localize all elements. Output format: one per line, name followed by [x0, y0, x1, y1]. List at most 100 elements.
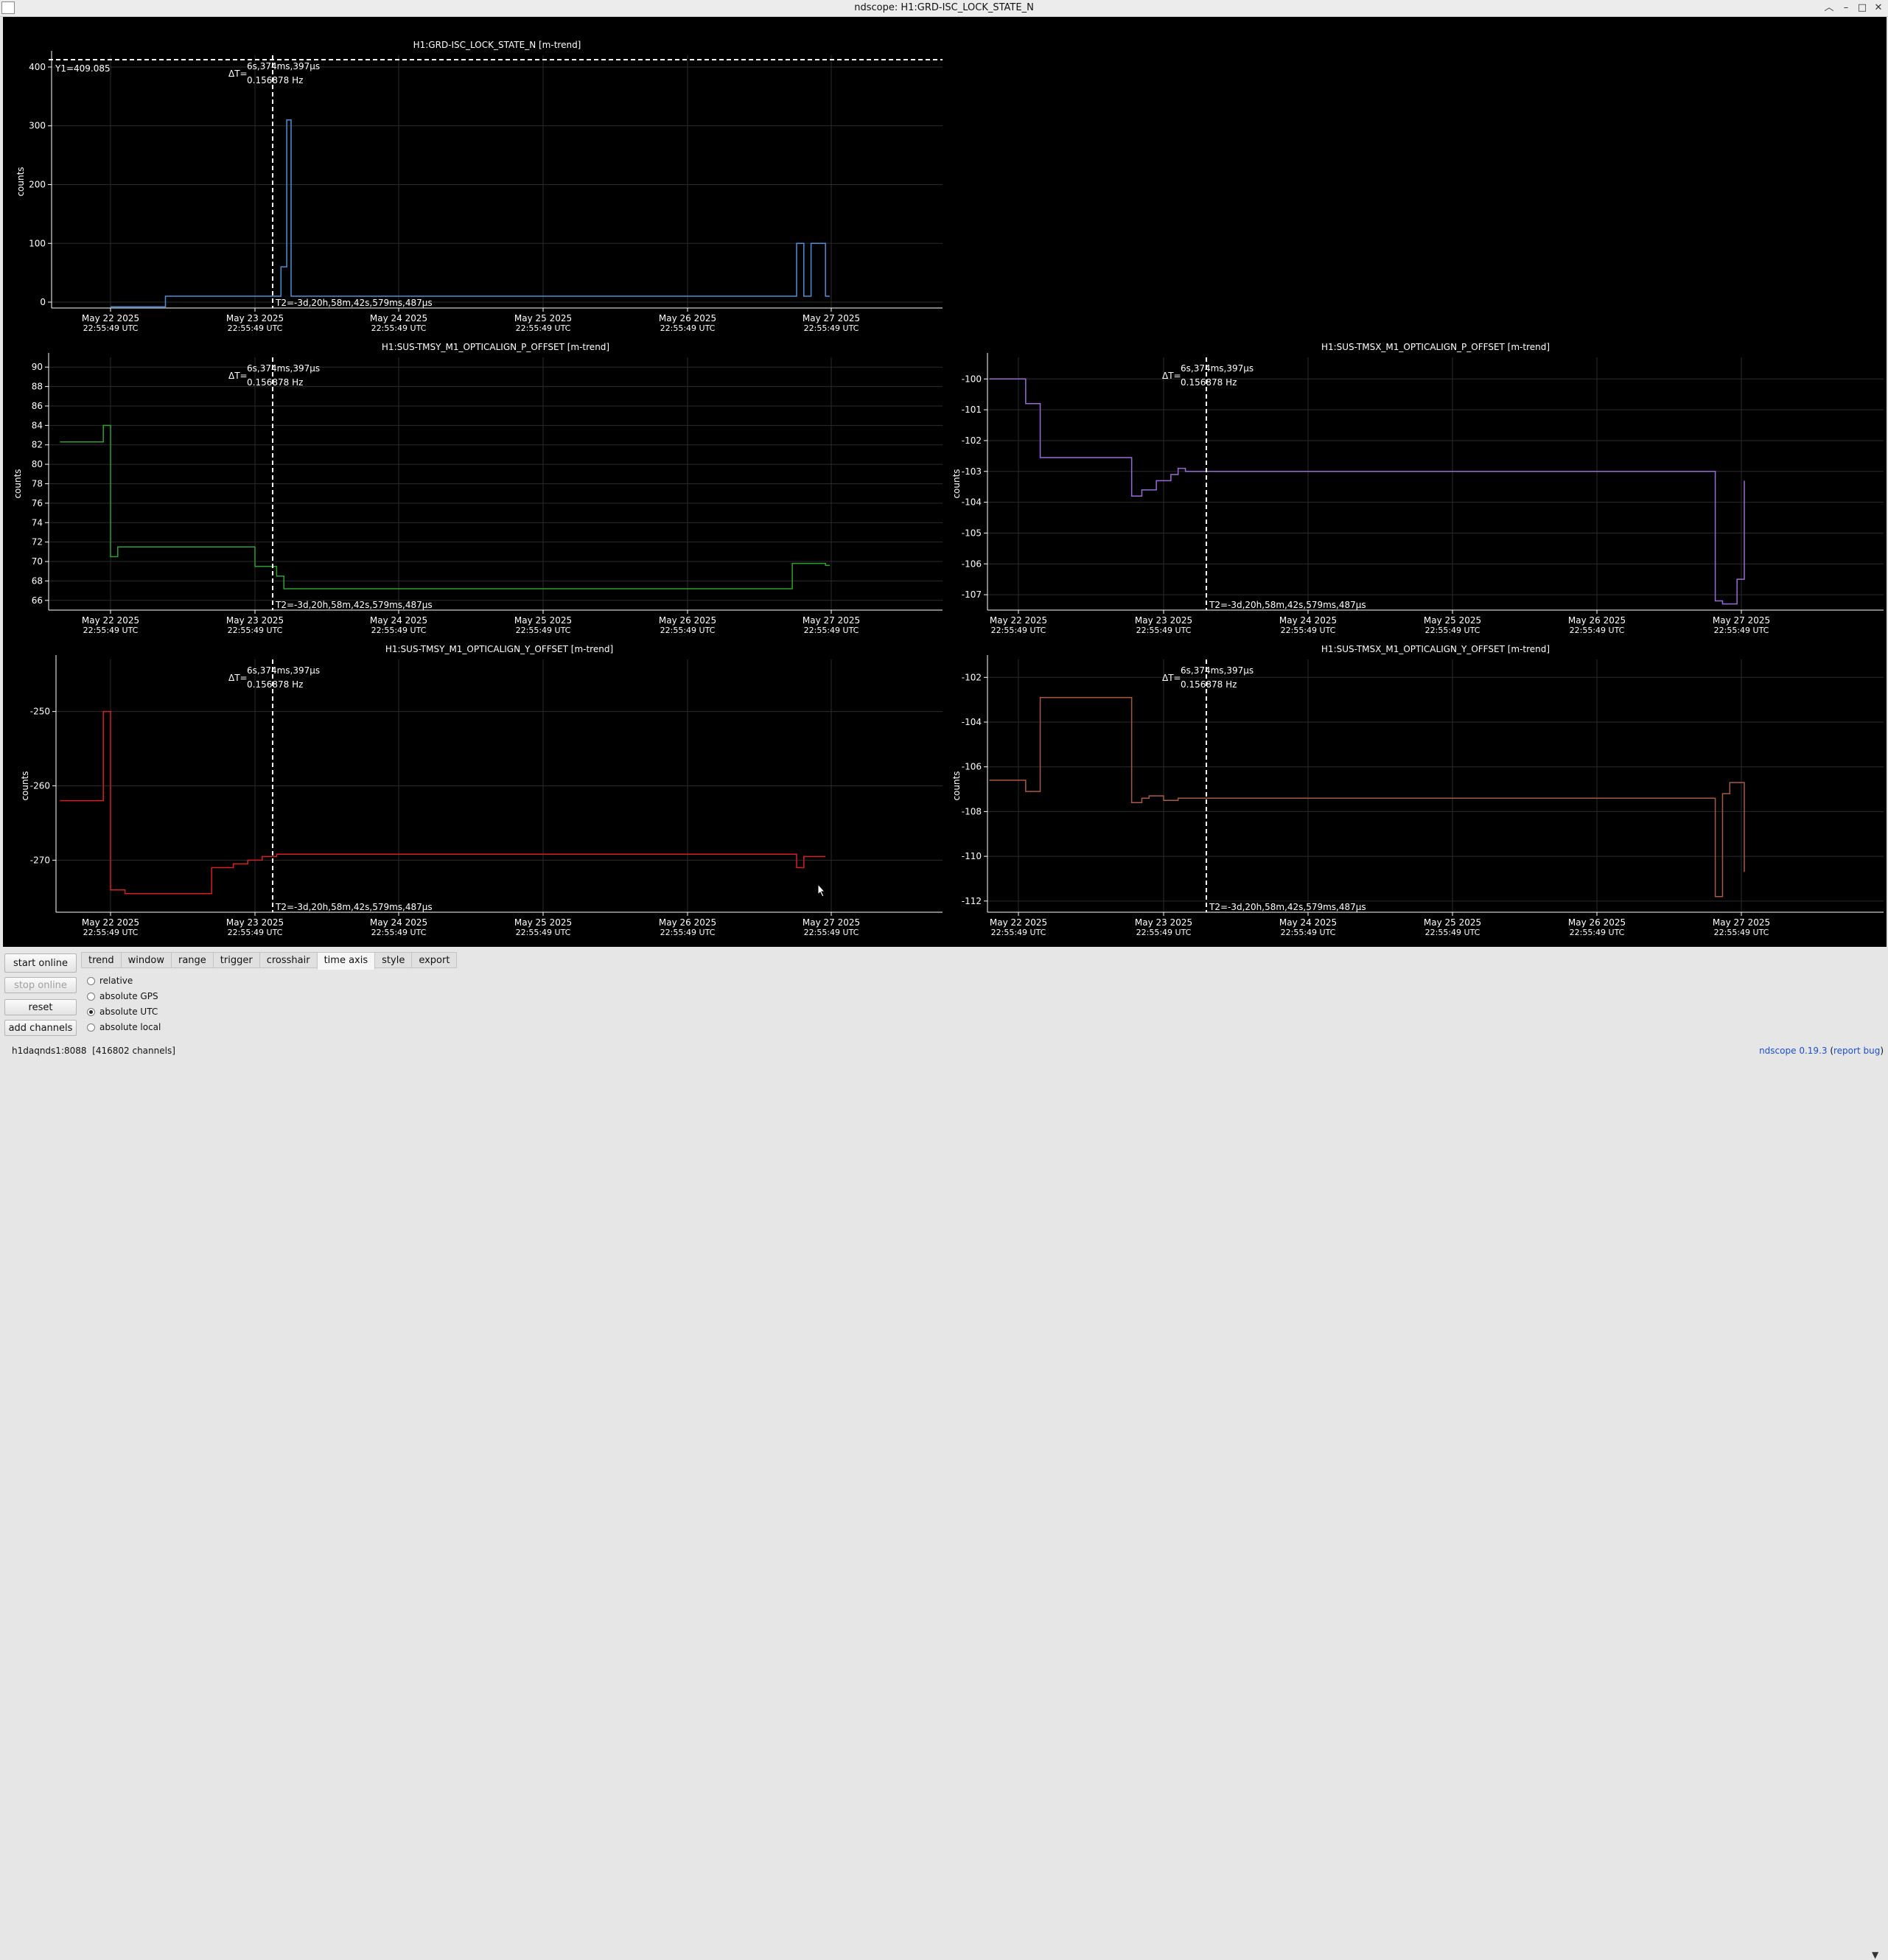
x-tick-time-label: 22:55:49 UTC: [660, 928, 716, 937]
delta-t-frequency: 0.156878 Hz: [247, 377, 303, 388]
start-online-button[interactable]: start online: [4, 953, 77, 973]
radio-indicator: [87, 1008, 95, 1016]
y-tick-label: -250: [30, 707, 50, 717]
plot-panel-3: H1:SUS-TMSY_M1_OPTICALIGN_Y_OFFSET [m-tr…: [20, 644, 943, 937]
y-tick-label: 74: [32, 517, 43, 528]
x-tick-label: May 24 2025: [370, 615, 427, 626]
expand-panel-icon[interactable]: ▼: [1872, 1950, 1878, 1960]
y-axis-label: counts: [13, 469, 23, 498]
x-tick-time-label: 22:55:49 UTC: [1281, 626, 1336, 635]
y-tick-label: -103: [962, 466, 982, 477]
radio-relative[interactable]: relative: [87, 975, 133, 987]
tab-window[interactable]: window: [120, 952, 172, 968]
x-tick-label: May 22 2025: [990, 917, 1047, 928]
y-tick-label: 100: [29, 238, 46, 248]
x-tick-label: May 25 2025: [514, 917, 572, 928]
tab-trend[interactable]: trend: [81, 952, 122, 968]
title-bar: ndscope: H1:GRD-ISC_LOCK_STATE_N ︿ – □ ✕: [0, 0, 1888, 17]
y-tick-label: -106: [962, 762, 982, 772]
plot-title: H1:GRD-ISC_LOCK_STATE_N [m-trend]: [413, 40, 581, 50]
x-tick-time-label: 22:55:49 UTC: [804, 626, 859, 635]
mouse-pointer-icon: [817, 883, 826, 897]
y-tick-label: 88: [32, 382, 43, 392]
minimize-button[interactable]: –: [1839, 1, 1853, 15]
x-tick-time-label: 22:55:49 UTC: [516, 626, 571, 635]
x-tick-label: May 25 2025: [1424, 917, 1481, 928]
series-line: [60, 710, 826, 895]
version-link[interactable]: 0.19.3: [1799, 1046, 1827, 1056]
y-tick-label: -104: [962, 717, 982, 727]
y-tick-label: 66: [32, 595, 43, 606]
radio-absolute-local[interactable]: absolute local: [87, 1021, 161, 1033]
x-tick-label: May 22 2025: [82, 917, 139, 928]
plot-panel-4: H1:SUS-TMSX_M1_OPTICALIGN_Y_OFFSET [m-tr…: [951, 644, 1884, 937]
plot-area[interactable]: H1:GRD-ISC_LOCK_STATE_N [m-trend] counts M…: [3, 17, 1887, 947]
server-address: h1daqnds1:8088: [12, 1046, 87, 1056]
y-tick-label: 70: [32, 556, 43, 567]
x-tick-label: May 24 2025: [370, 313, 427, 323]
y-axis-label: counts: [20, 771, 30, 800]
tab-style[interactable]: style: [374, 952, 413, 968]
tab-time-axis[interactable]: time axis: [316, 952, 376, 970]
plot-title: H1:SUS-TMSY_M1_OPTICALIGN_P_OFFSET [m-tr…: [382, 342, 609, 352]
delta-t-value: 6s,374ms,397µs: [1181, 665, 1254, 676]
y-tick-label: -107: [962, 589, 982, 600]
status-bar: h1daqnds1:8088 [416802 channels]: [12, 1046, 175, 1056]
tab-export[interactable]: export: [411, 952, 458, 968]
x-tick-time-label: 22:55:49 UTC: [83, 323, 139, 333]
x-tick-time-label: 22:55:49 UTC: [804, 323, 859, 333]
x-tick-time-label: 22:55:49 UTC: [1281, 928, 1336, 937]
x-tick-time-label: 22:55:49 UTC: [1570, 626, 1625, 635]
maximize-button[interactable]: □: [1856, 1, 1869, 15]
reset-button[interactable]: reset: [4, 999, 77, 1015]
plot-title: H1:SUS-TMSX_M1_OPTICALIGN_P_OFFSET [m-tr…: [1321, 342, 1550, 352]
x-tick-label: May 22 2025: [82, 615, 139, 626]
x-tick-time-label: 22:55:49 UTC: [83, 626, 139, 635]
window-title: ndscope: H1:GRD-ISC_LOCK_STATE_N: [854, 2, 1034, 13]
close-button[interactable]: ✕: [1872, 1, 1885, 15]
tab-bar: trend window range trigger crosshair tim…: [81, 952, 458, 970]
delta-t-frequency: 0.156878 Hz: [247, 75, 303, 85]
plot-panel-2: H1:SUS-TMSX_M1_OPTICALIGN_P_OFFSET [m-tr…: [951, 342, 1884, 635]
y-tick-label: -100: [962, 374, 982, 384]
x-tick-label: May 27 2025: [803, 917, 860, 928]
x-tick-label: May 27 2025: [803, 313, 860, 323]
x-tick-label: May 24 2025: [1279, 615, 1337, 626]
tab-trigger[interactable]: trigger: [212, 952, 260, 968]
x-tick-label: May 23 2025: [226, 313, 284, 323]
y-tick-label: -108: [962, 806, 982, 816]
control-panel: start online stop online reset add chann…: [0, 948, 1888, 1960]
tab-crosshair[interactable]: crosshair: [259, 952, 318, 968]
x-tick-label: May 27 2025: [1713, 917, 1770, 928]
y-tick-label: -102: [962, 435, 982, 446]
x-tick-label: May 25 2025: [1424, 615, 1481, 626]
add-channels-button[interactable]: add channels: [4, 1020, 77, 1036]
y-tick-label: -110: [962, 851, 982, 861]
y-tick-label: 72: [32, 537, 43, 547]
series-line: [989, 696, 1745, 897]
radio-indicator: [87, 977, 95, 985]
ndscope-link[interactable]: ndscope: [1759, 1046, 1796, 1056]
x-tick-label: May 23 2025: [226, 917, 284, 928]
x-tick-time-label: 22:55:49 UTC: [371, 626, 427, 635]
x-tick-time-label: 22:55:49 UTC: [1570, 928, 1625, 937]
radio-absolute-utc[interactable]: absolute UTC: [87, 1006, 158, 1018]
x-tick-time-label: 22:55:49 UTC: [83, 928, 139, 937]
radio-absolute-gps[interactable]: absolute GPS: [87, 990, 158, 1002]
x-tick-label: May 24 2025: [370, 917, 427, 928]
delta-t-value: 6s,374ms,397µs: [247, 363, 320, 374]
chevron-up-icon[interactable]: ︿: [1822, 1, 1836, 15]
x-tick-label: May 23 2025: [1135, 615, 1192, 626]
tab-range[interactable]: range: [170, 952, 214, 968]
delta-t-frequency: 0.156878 Hz: [247, 679, 303, 690]
x-tick-time-label: 22:55:49 UTC: [228, 626, 283, 635]
delta-t-value: 6s,374ms,397µs: [1181, 363, 1254, 374]
x-tick-label: May 25 2025: [514, 615, 572, 626]
x-tick-label: May 23 2025: [1135, 917, 1192, 928]
plots-canvas[interactable]: H1:GRD-ISC_LOCK_STATE_N [m-trend] counts M…: [3, 17, 1887, 947]
x-tick-time-label: 22:55:49 UTC: [991, 928, 1046, 937]
x-tick-time-label: 22:55:49 UTC: [1136, 928, 1192, 937]
report-bug-link[interactable]: report bug: [1833, 1046, 1880, 1056]
x-tick-label: May 27 2025: [1713, 615, 1770, 626]
cursor-t2-label: T2=-3d,20h,58m,42s,579ms,487µs: [275, 902, 433, 912]
